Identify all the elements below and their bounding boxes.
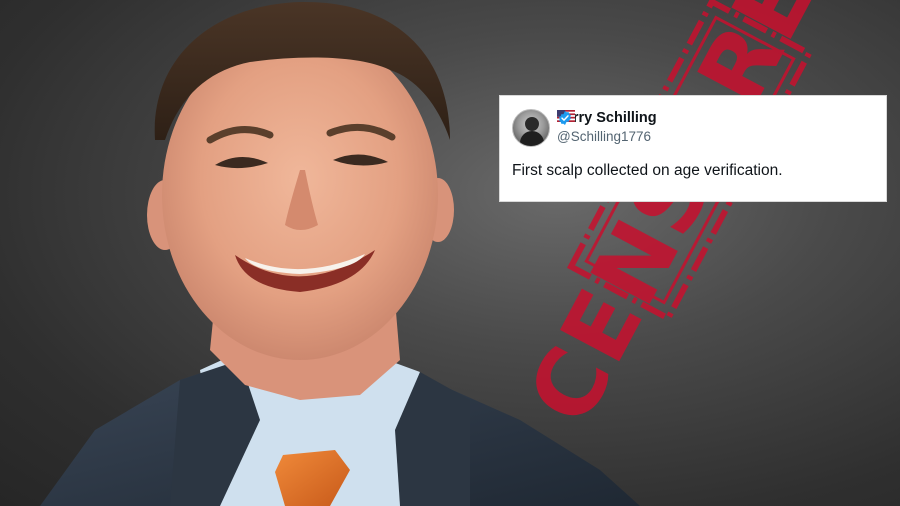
verified-badge-icon: [559, 111, 571, 125]
photo-background: CENSORED Terry Schilling @Schilling1776: [0, 0, 900, 506]
handle[interactable]: @Schilling1776: [557, 129, 651, 144]
name-row: Terry Schilling: [557, 110, 657, 126]
tweet-text: First scalp collected on age verificatio…: [512, 162, 783, 179]
tweet-card: Terry Schilling @Schilling1776 First sca…: [499, 95, 887, 202]
portrait-photo: CENSORED: [40, 0, 874, 506]
avatar-head: [525, 117, 539, 131]
stamp-text: CENSORED: [508, 0, 874, 440]
avatar-body: [520, 131, 544, 146]
censored-stamp: CENSORED: [508, 0, 874, 440]
avatar[interactable]: [512, 109, 550, 147]
